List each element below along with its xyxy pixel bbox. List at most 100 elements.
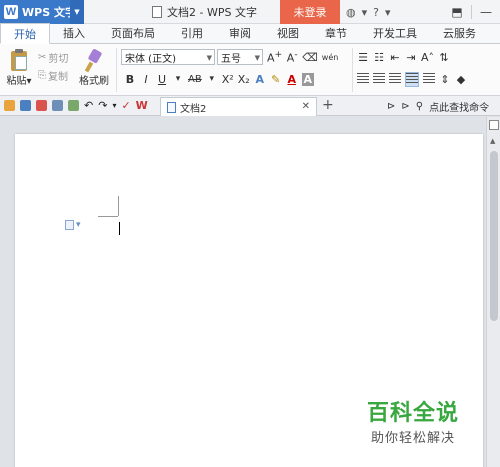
pin-icon[interactable]: ✓ <box>121 99 130 112</box>
share-icon[interactable]: ⊳ <box>387 101 395 112</box>
export-pdf-icon[interactable] <box>36 100 47 111</box>
wps-logo-icon: W <box>4 5 18 19</box>
align-center-icon[interactable] <box>373 72 385 86</box>
chevron-down-icon: ▼ <box>206 54 212 62</box>
print-preview-icon[interactable] <box>68 100 79 111</box>
superscript-button[interactable]: X² <box>222 73 234 86</box>
minimize-icon[interactable]: — <box>472 0 500 24</box>
document-icon <box>152 6 162 18</box>
shirt-icon[interactable]: ▾ <box>362 6 368 19</box>
justify-icon[interactable] <box>405 71 419 87</box>
vertical-scrollbar[interactable]: ▲ <box>486 117 500 467</box>
copy-button[interactable]: ⎘ 复制 <box>38 66 68 84</box>
distribute-icon[interactable] <box>423 72 435 86</box>
format-painter-label: 格式刷 <box>79 76 109 87</box>
paste-label: 粘贴▾ <box>6 76 32 87</box>
chevron-down-icon[interactable]: ▾ <box>112 101 116 110</box>
underline-button[interactable]: U <box>156 73 168 86</box>
quick-access-bar: ↶ ↷ ▾ ✓ W 文档2 ✕ + ⊳ ⊳ ⚲ 点此查找命令 <box>0 96 500 116</box>
align-right-icon[interactable] <box>389 72 401 86</box>
font-name-value: 宋体 (正文) <box>125 53 176 65</box>
new-tab-icon[interactable]: + <box>322 97 334 113</box>
tab-page-layout[interactable]: 页面布局 <box>98 23 168 43</box>
watermark: 百科全说 助你轻松解决 <box>367 395 459 446</box>
font-color-button[interactable]: A <box>286 73 298 86</box>
copy-label: 复制 <box>48 71 68 83</box>
text-effect-icon[interactable]: A <box>254 73 266 86</box>
redo-icon[interactable]: ↷ <box>98 99 107 112</box>
login-button[interactable]: 未登录 <box>280 0 340 24</box>
divider <box>352 48 353 92</box>
line-spacing-icon[interactable]: ⇕ <box>439 73 451 86</box>
ribbon-tabs: 开始 插入 页面布局 引用 审阅 视图 章节 开发工具 云服务 <box>0 23 500 44</box>
italic-button[interactable]: I <box>140 73 152 86</box>
search-icon[interactable]: ⚲ <box>416 101 423 112</box>
increase-indent-icon[interactable]: ⇥ <box>405 51 417 64</box>
clipboard-icon <box>8 48 30 72</box>
dropdown-icon[interactable]: ▾ <box>172 74 184 84</box>
align-left-icon[interactable] <box>357 72 369 86</box>
copy-icon: ⎘ <box>38 69 46 81</box>
tab-view[interactable]: 视图 <box>264 23 312 43</box>
highlight-icon[interactable]: ✎ <box>270 73 282 86</box>
shading-icon[interactable]: ◆ <box>455 73 467 86</box>
cut-button[interactable]: ✂ 剪切 <box>38 48 68 66</box>
font-name-select[interactable]: 宋体 (正文) ▼ <box>121 49 215 65</box>
document-tab[interactable]: 文档2 ✕ <box>160 97 317 116</box>
grow-font-icon[interactable]: A+ <box>267 49 282 65</box>
chevron-down-icon: ▼ <box>254 54 260 62</box>
tools-icon[interactable]: ⊳ <box>401 101 409 112</box>
list-group: ☰ ☷ ⇤ ⇥ A˄ ⇅ <box>357 48 450 66</box>
decrease-indent-icon[interactable]: ⇤ <box>389 51 401 64</box>
tab-references[interactable]: 引用 <box>168 23 216 43</box>
wps-w-icon[interactable]: W <box>136 99 148 112</box>
tab-start[interactable]: 开始 <box>0 23 50 44</box>
paste-button[interactable]: 粘贴▾ <box>4 48 34 87</box>
tab-insert[interactable]: 插入 <box>50 23 98 43</box>
dropdown-icon[interactable]: ▾ <box>206 74 218 84</box>
paste-options-icon <box>65 220 74 230</box>
chevron-down-icon: ▾ <box>76 220 81 230</box>
paintbrush-icon <box>84 48 104 73</box>
skin-icon[interactable]: ◍ <box>346 6 356 19</box>
bold-button[interactable]: B <box>124 73 136 86</box>
char-shading-icon[interactable]: A <box>301 72 314 86</box>
scrollbar-thumb[interactable] <box>490 151 498 321</box>
margin-corner-mark <box>98 216 118 217</box>
clear-format-icon[interactable]: ⌫ <box>302 51 318 64</box>
phonetic-guide-icon[interactable]: wén <box>322 53 339 62</box>
paste-options-tag[interactable]: ▾ <box>65 220 81 230</box>
shrink-font-icon[interactable]: A- <box>286 49 298 65</box>
scissors-icon: ✂ <box>38 51 47 63</box>
numbered-list-icon[interactable]: ☷ <box>373 51 385 64</box>
subscript-button[interactable]: X₂ <box>238 73 250 86</box>
font-size-select[interactable]: 五号 ▼ <box>217 49 263 65</box>
chevron-down-icon[interactable]: ▾ <box>385 6 391 19</box>
scroll-up-icon[interactable]: ▲ <box>490 137 495 145</box>
tab-developer[interactable]: 开发工具 <box>360 23 430 43</box>
open-folder-icon[interactable] <box>4 100 15 111</box>
close-icon[interactable]: ✕ <box>302 101 310 112</box>
help-icon[interactable]: ? <box>373 6 379 19</box>
split-view-icon[interactable] <box>489 120 499 130</box>
undo-icon[interactable]: ↶ <box>84 99 93 112</box>
strikethrough-button[interactable]: AB <box>188 74 202 85</box>
format-painter-button[interactable]: 格式刷 <box>78 48 110 87</box>
margin-corner-mark <box>118 196 119 216</box>
print-icon[interactable] <box>52 100 63 111</box>
sort-icon[interactable]: ⇅ <box>438 51 450 64</box>
save-icon[interactable] <box>20 100 31 111</box>
command-search-input[interactable]: 点此查找命令 <box>429 99 489 114</box>
tab-review[interactable]: 审阅 <box>216 23 264 43</box>
chevron-down-icon[interactable]: ▼ <box>70 0 84 24</box>
divider <box>116 48 117 92</box>
window-title: 文档2 - WPS 文字 <box>152 0 257 24</box>
font-size-a-icon[interactable]: A˄ <box>421 51 434 64</box>
tab-cloud[interactable]: 云服务 <box>430 23 489 43</box>
app-menu-button[interactable]: W WPS 文字 ▼ <box>0 0 84 24</box>
cut-label: 剪切 <box>48 53 69 65</box>
document-icon <box>167 101 176 113</box>
bullet-list-icon[interactable]: ☰ <box>357 51 369 64</box>
tab-chapter[interactable]: 章节 <box>312 23 360 43</box>
restore-window-icon[interactable]: ⬒ <box>443 0 471 24</box>
